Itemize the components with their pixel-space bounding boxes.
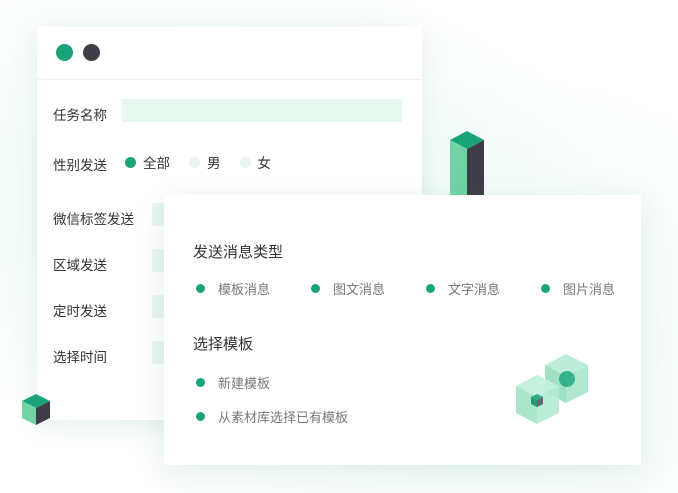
bullet-icon xyxy=(541,284,550,293)
pillar-decoration xyxy=(450,131,484,205)
gender-option-all[interactable]: 全部 xyxy=(125,152,170,172)
gender-option-label: 女 xyxy=(257,156,272,172)
bullet-icon xyxy=(426,284,435,293)
wechat-tag-label: 微信标签发送 xyxy=(53,212,134,228)
message-settings-card: 发送消息类型 模板消息 图文消息 文字消息 图片消息 选择模板 新建模板 从素材… xyxy=(164,195,641,465)
bullet-icon xyxy=(311,284,320,293)
gender-option-label: 全部 xyxy=(143,156,170,172)
library-template-option[interactable]: 从素材库选择已有模板 xyxy=(196,407,348,426)
radio-selected-icon xyxy=(125,156,136,168)
task-name-label: 任务名称 xyxy=(53,108,107,124)
gender-option-male[interactable]: 男 xyxy=(189,152,221,172)
message-type-text[interactable]: 文字消息 xyxy=(426,279,500,298)
cubes-decoration xyxy=(516,354,588,424)
select-time-label: 选择时间 xyxy=(53,350,107,366)
message-type-image[interactable]: 图片消息 xyxy=(541,279,615,298)
template-option-label: 新建模板 xyxy=(218,377,271,392)
message-type-label: 图文消息 xyxy=(333,283,386,298)
bullet-icon xyxy=(196,378,205,387)
message-type-title: 发送消息类型 xyxy=(193,243,284,261)
scheduled-label: 定时发送 xyxy=(53,304,107,320)
bullet-icon xyxy=(196,284,205,293)
message-type-label: 文字消息 xyxy=(448,283,501,298)
message-type-template[interactable]: 模板消息 xyxy=(196,279,270,298)
task-name-input[interactable] xyxy=(122,99,402,122)
bullet-icon xyxy=(196,412,205,421)
select-template-title: 选择模板 xyxy=(193,335,254,353)
gender-option-female[interactable]: 女 xyxy=(239,152,272,172)
radio-unselected-icon xyxy=(189,156,200,168)
radio-unselected-icon xyxy=(239,156,251,168)
small-cube-decoration xyxy=(22,394,50,425)
gender-radio-group: 全部 男 女 xyxy=(125,152,290,172)
gender-label: 性别发送 xyxy=(53,158,107,174)
window-minimize-button[interactable] xyxy=(83,44,100,61)
message-type-rich-text[interactable]: 图文消息 xyxy=(311,279,385,298)
template-option-label: 从素材库选择已有模板 xyxy=(218,411,349,426)
window-titlebar xyxy=(37,27,422,80)
region-label: 区域发送 xyxy=(53,258,107,274)
message-type-label: 图片消息 xyxy=(563,283,616,298)
message-type-label: 模板消息 xyxy=(218,283,271,298)
window-close-button[interactable] xyxy=(56,44,73,61)
gender-option-label: 男 xyxy=(207,156,221,172)
new-template-option[interactable]: 新建模板 xyxy=(196,373,270,392)
